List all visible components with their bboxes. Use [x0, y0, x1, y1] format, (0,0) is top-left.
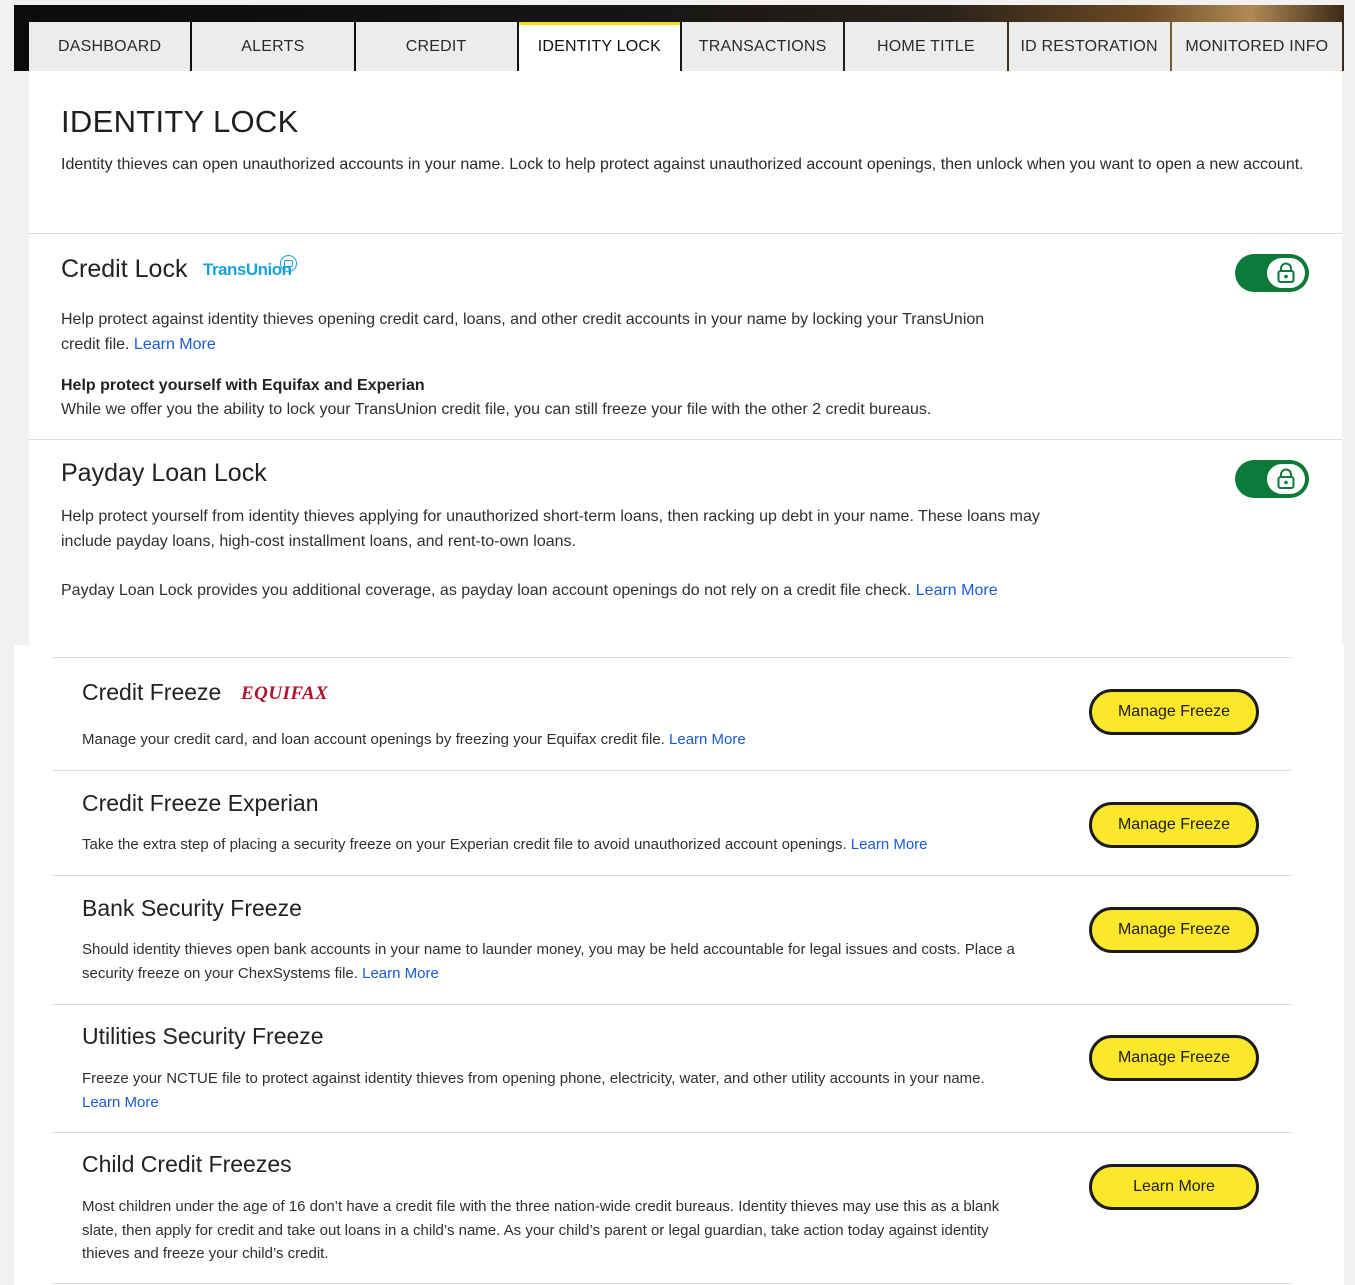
bank-freeze-description: Should identity thieves open bank accoun… — [82, 938, 1022, 985]
divider — [52, 1283, 1291, 1284]
tab-home-title[interactable]: HOME TITLE — [845, 22, 1007, 71]
payday-lock-learn-more-link[interactable]: Learn More — [916, 582, 998, 599]
divider — [29, 439, 1342, 440]
experian-freeze-description: Take the extra step of placing a securit… — [82, 833, 928, 857]
transunion-logo: TransUnion — [203, 260, 292, 279]
utilities-freeze-description: Freeze your NCTUE file to protect agains… — [82, 1067, 1022, 1114]
credit-lock-description: Help protect against identity thieves op… — [61, 308, 1001, 357]
experian-manage-freeze-button[interactable]: Manage Freeze — [1089, 802, 1259, 848]
equifax-manage-freeze-button[interactable]: Manage Freeze — [1089, 689, 1259, 735]
bank-freeze-text: Should identity thieves open bank accoun… — [82, 941, 1015, 982]
payday-lock-toggle[interactable] — [1235, 460, 1309, 498]
utilities-learn-more-link[interactable]: Learn More — [82, 1094, 159, 1111]
transunion-badge-icon — [280, 255, 297, 272]
child-freeze-title: Child Credit Freezes — [82, 1151, 292, 1177]
tab-dashboard[interactable]: DASHBOARD — [29, 22, 191, 71]
page-title: IDENTITY LOCK — [61, 104, 299, 139]
child-learn-more-button[interactable]: Learn More — [1089, 1164, 1259, 1210]
equifax-experian-heading: Help protect yourself with Equifax and E… — [61, 377, 425, 394]
padlock-icon — [1267, 258, 1305, 288]
experian-freeze-text: Take the extra step of placing a securit… — [82, 836, 847, 853]
padlock-icon — [1267, 464, 1305, 494]
credit-lock-toggle[interactable] — [1235, 254, 1309, 292]
tab-transactions[interactable]: TRANSACTIONS — [682, 22, 844, 71]
divider — [52, 1004, 1291, 1005]
bank-manage-freeze-button[interactable]: Manage Freeze — [1089, 907, 1259, 953]
tab-identity-lock[interactable]: IDENTITY LOCK — [518, 22, 680, 71]
child-freeze-text: Most children under the age of 16 don’t … — [82, 1198, 1000, 1262]
payday-lock-text: Help protect yourself from identity thie… — [61, 508, 1040, 550]
main-tabs: DASHBOARD ALERTS CREDIT IDENTITY LOCK TR… — [29, 22, 1342, 71]
equifax-learn-more-link[interactable]: Learn More — [669, 731, 746, 748]
payday-lock-coverage: Payday Loan Lock provides you additional… — [61, 579, 1051, 604]
payday-coverage-text: Payday Loan Lock provides you additional… — [61, 582, 912, 599]
tab-id-restoration[interactable]: ID RESTORATION — [1008, 22, 1170, 71]
equifax-freeze-text: Manage your credit card, and loan accoun… — [82, 731, 665, 748]
divider — [52, 770, 1291, 771]
tab-alerts[interactable]: ALERTS — [192, 22, 354, 71]
divider — [52, 657, 1291, 658]
experian-learn-more-link[interactable]: Learn More — [851, 836, 928, 853]
divider — [29, 233, 1342, 234]
bank-freeze-title: Bank Security Freeze — [82, 895, 302, 921]
tab-monitored-info[interactable]: MONITORED INFO — [1171, 22, 1342, 71]
credit-lock-learn-more-link[interactable]: Learn More — [134, 336, 216, 353]
page-intro: Identity thieves can open unauthorized a… — [61, 156, 1304, 173]
utilities-freeze-title: Utilities Security Freeze — [82, 1023, 324, 1049]
experian-freeze-title: Credit Freeze Experian — [82, 790, 319, 816]
equifax-logo: EQUIFAX — [241, 683, 329, 704]
tab-credit[interactable]: CREDIT — [355, 22, 517, 71]
divider — [52, 875, 1291, 876]
payday-lock-title: Payday Loan Lock — [61, 459, 267, 487]
equifax-experian-text: While we offer you the ability to lock y… — [61, 401, 932, 418]
utilities-freeze-text: Freeze your NCTUE file to protect agains… — [82, 1070, 985, 1087]
credit-lock-title: Credit Lock — [61, 255, 188, 283]
divider — [52, 1132, 1291, 1133]
bank-learn-more-link[interactable]: Learn More — [362, 965, 439, 982]
utilities-manage-freeze-button[interactable]: Manage Freeze — [1089, 1035, 1259, 1081]
equifax-freeze-description: Manage your credit card, and loan accoun… — [82, 728, 746, 752]
equifax-freeze-title: Credit Freeze — [82, 679, 222, 705]
